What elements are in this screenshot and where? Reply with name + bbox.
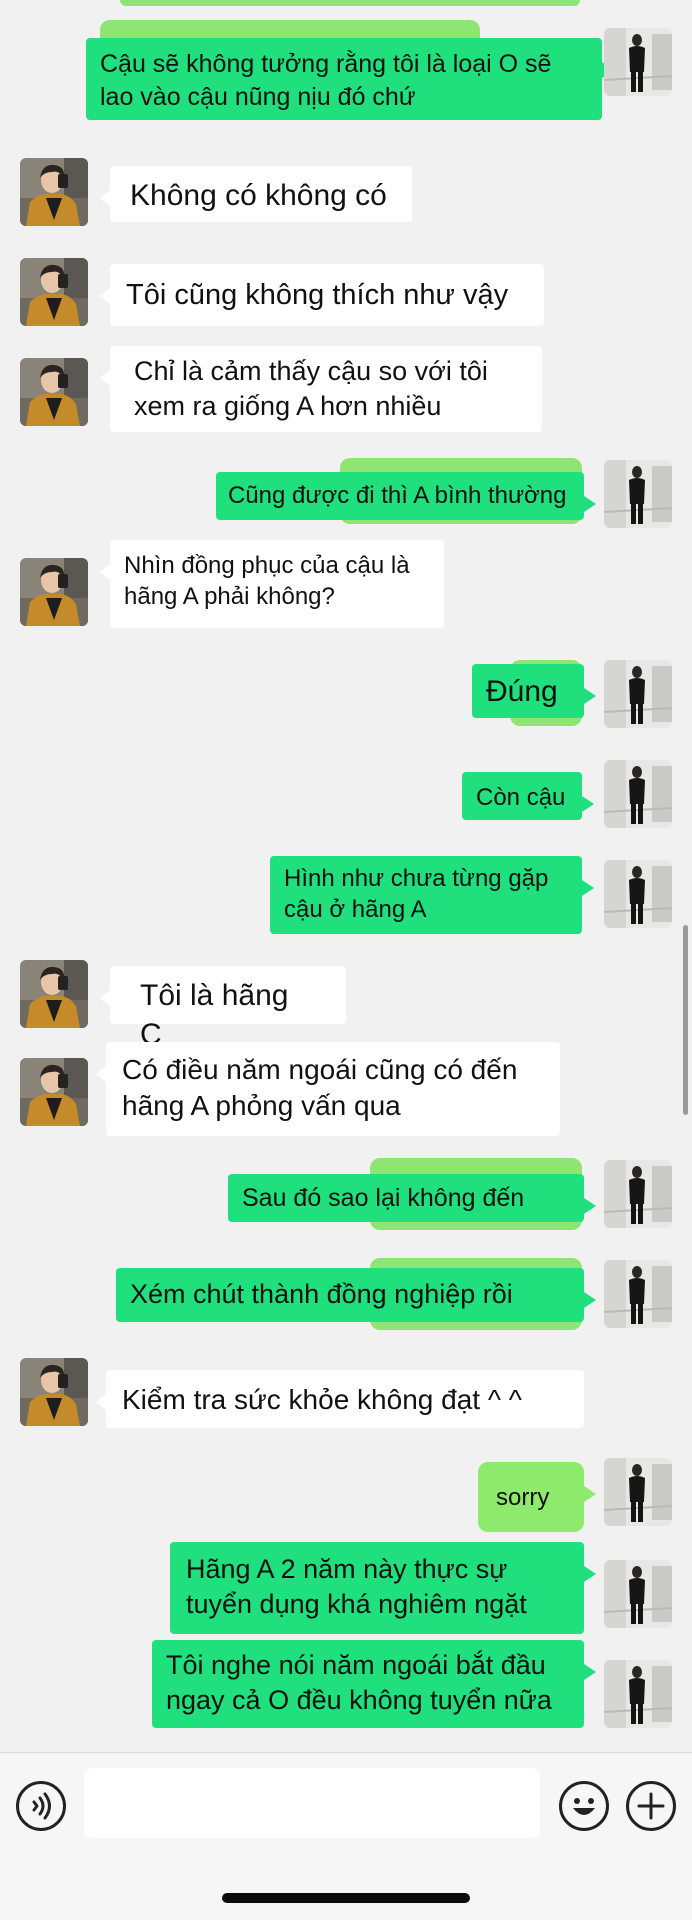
my-avatar[interactable] xyxy=(604,28,672,96)
message-bubble[interactable]: Xém chút thành đồng nghiệp rồi xyxy=(116,1268,596,1322)
contact-photo xyxy=(20,960,88,1028)
message-bubble[interactable]: Hãng A 2 năm này thực sự tuyển dụng khá … xyxy=(170,1542,596,1634)
voice-icon xyxy=(32,1792,51,1820)
message-bubble[interactable]: Kiểm tra sức khỏe không đạt ^ ^ xyxy=(96,1370,584,1428)
chat-screen: Cậu sẽ không tưởng rằng tôi là loại O sẽ… xyxy=(0,0,692,1920)
message-bubble[interactable]: Còn cậu xyxy=(462,772,594,820)
my-photo xyxy=(604,460,672,528)
contact-photo xyxy=(20,158,88,226)
contact-avatar[interactable] xyxy=(20,1058,88,1126)
my-avatar[interactable] xyxy=(604,860,672,928)
contact-photo xyxy=(20,358,88,426)
contact-photo xyxy=(20,258,88,326)
my-photo xyxy=(604,760,672,828)
my-photo xyxy=(604,1458,672,1526)
home-indicator[interactable] xyxy=(222,1893,470,1903)
my-avatar[interactable] xyxy=(604,1160,672,1228)
message-bubble[interactable]: Có điều năm ngoái cũng có đến hãng A phỏ… xyxy=(96,1042,560,1136)
message-bubble[interactable]: Sau đó sao lại không đến xyxy=(228,1174,596,1222)
emoji-icon xyxy=(573,1798,595,1815)
message-bubble[interactable]: Hình như chưa từng gặp cậu ở hãng A xyxy=(270,856,594,934)
add-button[interactable] xyxy=(626,1781,676,1831)
contact-photo xyxy=(20,1358,88,1426)
my-photo xyxy=(604,860,672,928)
my-photo xyxy=(604,28,672,96)
contact-photo xyxy=(20,558,88,626)
message-bubble[interactable]: Chỉ là cảm thấy cậu so với tôi xem ra gi… xyxy=(100,346,542,432)
my-photo xyxy=(604,660,672,728)
contact-avatar[interactable] xyxy=(20,258,88,326)
emoji-button[interactable] xyxy=(559,1781,609,1831)
my-avatar[interactable] xyxy=(604,660,672,728)
my-avatar[interactable] xyxy=(604,1560,672,1628)
message-bubble[interactable]: Tôi cũng không thích như vậy xyxy=(100,264,544,326)
message-bubble[interactable]: Tôi là hãng C xyxy=(100,966,346,1051)
scrollbar[interactable] xyxy=(683,925,688,1115)
my-photo xyxy=(604,1660,672,1728)
message-bubble[interactable]: Không có không có xyxy=(100,166,412,222)
voice-button[interactable] xyxy=(16,1781,66,1831)
message-bubble[interactable]: Tôi nghe nói năm ngoái bắt đầu ngay cả O… xyxy=(152,1640,596,1728)
my-photo xyxy=(604,1160,672,1228)
previous-bubble-edge xyxy=(120,0,580,6)
message-bubble[interactable]: Cũng được đi thì A bình thường xyxy=(216,472,596,520)
contact-avatar[interactable] xyxy=(20,558,88,626)
my-photo xyxy=(604,1560,672,1628)
plus-icon xyxy=(637,1792,665,1820)
contact-avatar[interactable] xyxy=(20,358,88,426)
my-avatar[interactable] xyxy=(604,1660,672,1728)
my-avatar[interactable] xyxy=(604,760,672,828)
my-avatar[interactable] xyxy=(604,1458,672,1526)
contact-avatar[interactable] xyxy=(20,158,88,226)
contact-avatar[interactable] xyxy=(20,1358,88,1426)
contact-avatar[interactable] xyxy=(20,960,88,1028)
message-bubble[interactable]: Đúng xyxy=(472,664,596,718)
my-avatar[interactable] xyxy=(604,1260,672,1328)
my-avatar[interactable] xyxy=(604,460,672,528)
contact-photo xyxy=(20,1058,88,1126)
message-input[interactable] xyxy=(84,1768,540,1838)
message-bubble[interactable]: sorry xyxy=(478,1462,596,1532)
message-bubble[interactable]: Cậu sẽ không tưởng rằng tôi là loại O sẽ… xyxy=(86,38,614,120)
my-photo xyxy=(604,1260,672,1328)
message-bubble[interactable]: Nhìn đồng phục của cậu là hãng A phải kh… xyxy=(100,540,444,628)
